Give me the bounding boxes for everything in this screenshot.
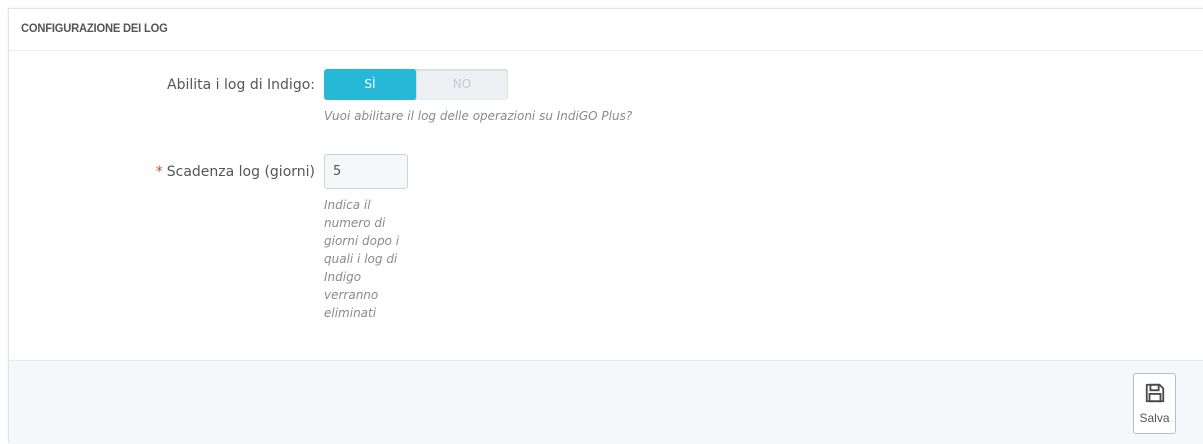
save-label: Salva [1139,411,1170,425]
log-expiry-input[interactable] [324,154,408,189]
enable-logs-switch[interactable]: NO SÌ [324,69,508,100]
log-expiry-help-line: Indica il [324,198,371,212]
log-expiry-help-line: numero di [324,216,386,230]
log-expiry-help-line: Indigo [324,270,362,284]
log-expiry-help-line: verranno [324,288,379,302]
log-expiry-help-line: eliminati [324,306,377,320]
floppy-disk-icon [1145,383,1165,403]
panel-title: CONFIGURAZIONE DEI LOG [21,21,168,35]
log-expiry-label-wrapper: * Scadenza log (giorni) [156,164,315,180]
required-marker: * [155,164,163,180]
log-expiry-help-line: giorni dopo i [324,234,400,248]
save-button[interactable]: Salva [1133,373,1176,434]
log-expiry-help-line: quali i log di [324,252,398,266]
enable-logs-yes-option[interactable]: SÌ [324,69,416,100]
log-config-panel: CONFIGURAZIONE DEI LOG Abilita i log di … [8,8,1203,444]
log-expiry-label: Scadenza log (giorni) [166,164,315,180]
log-expiry-help: Indica il numero di giorni dopo i quali … [324,196,399,322]
enable-logs-no-option[interactable]: NO [416,69,508,100]
enable-logs-label: Abilita i log di Indigo: [167,77,315,93]
panel-heading: CONFIGURAZIONE DEI LOG [9,9,1203,51]
panel-footer: Salva [9,360,1203,444]
enable-logs-help: Vuoi abilitare il log delle operazioni s… [324,109,633,123]
